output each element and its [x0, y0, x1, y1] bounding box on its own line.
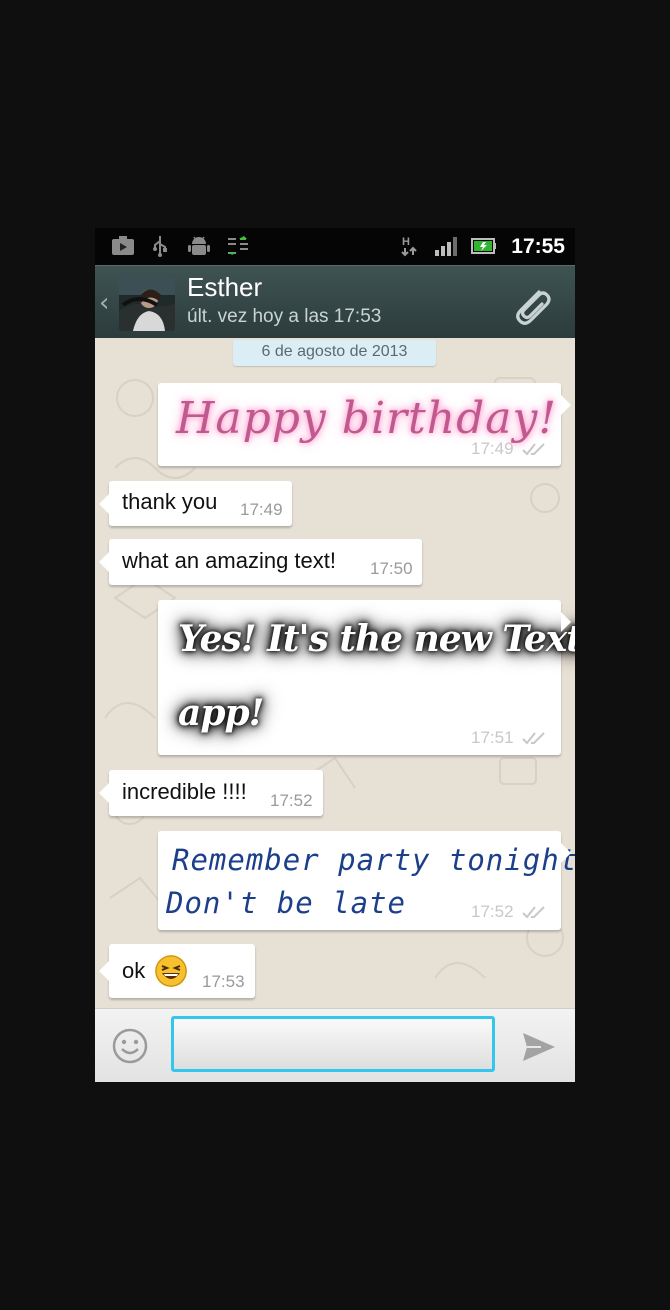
message-text: what an amazing text!	[122, 548, 337, 573]
message-time: 17:52	[471, 902, 514, 921]
android-debug-icon	[188, 236, 210, 255]
message-input[interactable]	[171, 1016, 495, 1072]
double-check-icon	[522, 443, 545, 456]
message-time: 17:53	[202, 972, 245, 991]
svg-text:H: H	[402, 236, 410, 248]
media-play-icon	[112, 236, 134, 255]
chat-header[interactable]: ‹ Esther últ. vez hoy a las 17:53	[95, 265, 575, 339]
message-bubble-incoming[interactable]: incredible !!!! 17:52	[99, 770, 323, 816]
data-transfer-icon: H	[401, 236, 417, 257]
message-bubble-outgoing[interactable]: Happy birthday! 17:49	[158, 383, 571, 466]
message-text: ok	[122, 958, 146, 983]
battery-icon	[471, 238, 496, 254]
message-bubble-outgoing[interactable]: Remember party tonight Don't be late 17:…	[158, 831, 575, 930]
textart-message-line1: Yes! It's the new TextArt	[178, 618, 575, 660]
textart-message-line1: Remember party tonight	[172, 843, 575, 877]
message-text: thank you	[122, 489, 218, 514]
message-composer	[95, 1008, 575, 1082]
double-check-icon	[522, 906, 545, 919]
textart-message-line2: app!	[178, 692, 264, 734]
message-bubble-outgoing[interactable]: Yes! It's the new TextArt app! 17:51	[158, 600, 575, 755]
back-chevron-icon[interactable]: ‹	[99, 288, 109, 318]
message-time: 17:49	[240, 500, 283, 519]
phone-screen: H 17:55 ‹ Esther últ. vez hoy a las 17:5…	[95, 228, 575, 1082]
status-time: 17:55	[511, 235, 565, 258]
message-text: incredible !!!!	[122, 779, 247, 804]
date-separator: 6 de agosto de 2013	[233, 340, 436, 366]
avatar[interactable]	[119, 275, 175, 331]
message-bubble-incoming[interactable]: ok 17:53	[99, 944, 255, 998]
message-time: 17:51	[471, 728, 514, 747]
usb-icon	[153, 236, 167, 257]
paperclip-icon[interactable]	[509, 282, 555, 328]
message-time: 17:49	[471, 439, 514, 458]
message-bubble-incoming[interactable]: thank you 17:49	[99, 481, 292, 526]
message-bubble-incoming[interactable]: what an amazing text! 17:50	[99, 539, 422, 585]
message-time: 17:52	[270, 791, 313, 810]
send-icon[interactable]	[521, 1029, 557, 1065]
signal-icon	[435, 237, 457, 256]
textart-message-line2: Don't be late	[166, 886, 406, 920]
emoji-picker-icon[interactable]	[111, 1027, 149, 1065]
last-seen-status: últ. vez hoy a las 17:53	[187, 306, 382, 327]
laughing-face-icon	[155, 955, 187, 987]
contact-name[interactable]: Esther	[187, 272, 262, 303]
status-bar: H 17:55	[95, 228, 575, 265]
sync-icon	[228, 236, 248, 255]
chat-area[interactable]: 6 de agosto de 2013 Happy birthday! 17:4…	[95, 338, 575, 1008]
message-time: 17:50	[370, 559, 413, 578]
textart-message: Happy birthday!	[176, 393, 558, 444]
double-check-icon	[522, 732, 545, 745]
